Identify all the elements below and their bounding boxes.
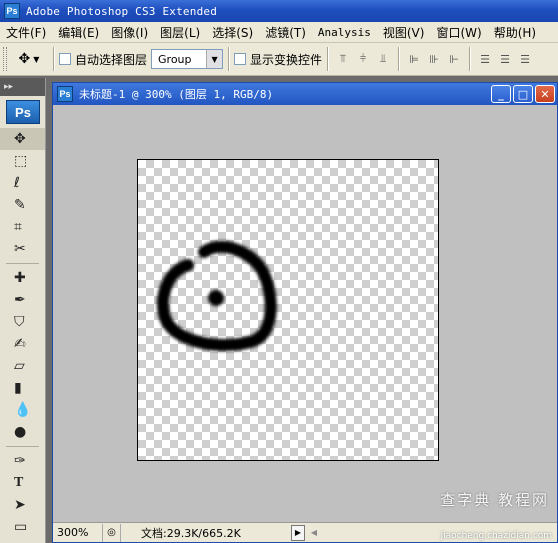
move-tool-icon: ✥ bbox=[18, 51, 31, 67]
auto-select-value: Group bbox=[158, 52, 192, 66]
align-left-icon[interactable]: ⊫ bbox=[405, 50, 423, 68]
photoshop-logo-icon: Ps bbox=[4, 3, 20, 19]
divider bbox=[228, 47, 230, 71]
document-window: Ps 未标题-1 @ 300% (图层 1, RGB/8) _ □ ✕ 查字典 … bbox=[52, 82, 558, 543]
divider bbox=[398, 47, 400, 71]
auto-select-label: 自动选择图层 bbox=[75, 52, 148, 67]
document-title-bar[interactable]: Ps 未标题-1 @ 300% (图层 1, RGB/8) _ □ ✕ bbox=[53, 83, 557, 105]
menu-window[interactable]: 窗口(W) bbox=[430, 24, 487, 41]
dodge-tool-icon[interactable]: ● bbox=[0, 421, 45, 443]
tool-preset-picker[interactable]: ✥ ▼ bbox=[10, 47, 48, 71]
magic-wand-tool-icon[interactable]: ✎ bbox=[0, 194, 45, 216]
align-bottom-icon[interactable]: ⫫ bbox=[374, 50, 392, 68]
chevron-down-icon: ▼ bbox=[206, 50, 223, 68]
toolbox-grip[interactable]: ▸▸ bbox=[0, 78, 45, 96]
menu-layer[interactable]: 图层(L) bbox=[154, 24, 206, 41]
show-transform-label: 显示变换控件 bbox=[250, 52, 323, 67]
path-selection-tool-icon[interactable]: ➤ bbox=[0, 494, 45, 516]
gradient-tool-icon[interactable]: ▮ bbox=[0, 377, 45, 399]
healing-brush-tool-icon[interactable]: ✚ bbox=[0, 267, 45, 289]
show-transform-checkbox[interactable] bbox=[234, 53, 247, 65]
auto-select-checkbox[interactable] bbox=[59, 53, 71, 65]
distribute-top-icon[interactable]: ☰ bbox=[476, 50, 494, 68]
photoshop-logo-icon: Ps bbox=[57, 86, 73, 102]
divider bbox=[469, 47, 471, 71]
document-info: 文档:29.3K/665.2K bbox=[141, 526, 241, 540]
divider bbox=[327, 47, 329, 71]
pen-tool-icon[interactable]: ✑ bbox=[0, 450, 45, 472]
menu-image[interactable]: 图像(I) bbox=[105, 24, 154, 41]
blur-tool-icon[interactable]: 💧 bbox=[0, 399, 45, 421]
align-right-icon[interactable]: ⊩ bbox=[445, 50, 463, 68]
photoshop-logo-icon[interactable]: Ps bbox=[6, 100, 40, 124]
chevron-down-icon: ▼ bbox=[33, 54, 40, 64]
shape-tool-icon[interactable]: ▭ bbox=[0, 516, 45, 538]
menu-select[interactable]: 选择(S) bbox=[206, 24, 259, 41]
menu-edit[interactable]: 编辑(E) bbox=[52, 24, 105, 41]
brush-tool-icon[interactable]: ✒ bbox=[0, 289, 45, 311]
menu-help[interactable]: 帮助(H) bbox=[488, 24, 542, 41]
distribute-bottom-icon[interactable]: ☰ bbox=[516, 50, 534, 68]
brush-stroke-drawing bbox=[157, 240, 277, 351]
divider bbox=[6, 446, 39, 447]
menu-analysis[interactable]: Analysis bbox=[312, 26, 377, 39]
close-icon[interactable]: ✕ bbox=[535, 85, 555, 103]
toolbox: ▸▸ Ps ✥ ⬚ ℓ ✎ ⌗ ✂ ✚ ✒ ⛉ ✍ ▱ ▮ 💧 ● ✑ T ➤ … bbox=[0, 78, 46, 543]
align-top-icon[interactable]: ⫪ bbox=[334, 50, 352, 68]
app-title-bar: Ps Adobe Photoshop CS3 Extended bbox=[0, 0, 558, 22]
document-title: 未标题-1 @ 300% (图层 1, RGB/8) bbox=[79, 88, 274, 101]
eraser-tool-icon[interactable]: ▱ bbox=[0, 355, 45, 377]
menu-view[interactable]: 视图(V) bbox=[377, 24, 431, 41]
clone-stamp-tool-icon[interactable]: ⛉ bbox=[0, 311, 45, 333]
canvas[interactable] bbox=[137, 159, 439, 461]
status-options-icon[interactable]: ◎ bbox=[103, 523, 121, 542]
menu-bar: 文件(F) 编辑(E) 图像(I) 图层(L) 选择(S) 滤镜(T) Anal… bbox=[0, 22, 558, 43]
brush-dot bbox=[208, 290, 224, 306]
menu-filter[interactable]: 滤镜(T) bbox=[259, 24, 312, 41]
document-workspace: 查字典 教程网 bbox=[53, 105, 557, 522]
history-brush-tool-icon[interactable]: ✍ bbox=[0, 333, 45, 355]
auto-select-dropdown[interactable]: Group ▼ bbox=[151, 49, 224, 69]
marquee-tool-icon[interactable]: ⬚ bbox=[0, 150, 45, 172]
divider bbox=[6, 263, 39, 264]
zoom-level[interactable]: 300% bbox=[53, 523, 103, 542]
options-bar: ✥ ▼ 自动选择图层 Group ▼ 显示变换控件 ⫪ ⫩ ⫫ ⊫ ⊪ ⊩ ☰ … bbox=[0, 43, 558, 76]
slice-tool-icon[interactable]: ✂ bbox=[0, 238, 45, 260]
minimize-icon[interactable]: _ bbox=[491, 85, 511, 103]
distribute-vcenter-icon[interactable]: ☰ bbox=[496, 50, 514, 68]
watermark-cn: 查字典 教程网 bbox=[440, 491, 549, 509]
crop-tool-icon[interactable]: ⌗ bbox=[0, 216, 45, 238]
app-title: Adobe Photoshop CS3 Extended bbox=[26, 4, 218, 18]
menu-file[interactable]: 文件(F) bbox=[0, 24, 52, 41]
type-tool-icon[interactable]: T bbox=[0, 472, 45, 494]
maximize-icon[interactable]: □ bbox=[513, 85, 533, 103]
scroll-left-icon[interactable]: ◀ bbox=[307, 525, 321, 541]
align-vcenter-icon[interactable]: ⫩ bbox=[354, 50, 372, 68]
divider bbox=[53, 47, 54, 71]
options-grip[interactable] bbox=[3, 47, 7, 71]
move-tool-icon[interactable]: ✥ bbox=[0, 128, 45, 150]
watermark-url: jiaocheng.chazidian.com bbox=[440, 531, 552, 541]
status-menu-play-icon[interactable]: ▶ bbox=[291, 524, 305, 541]
lasso-tool-icon[interactable]: ℓ bbox=[0, 172, 45, 194]
align-hcenter-icon[interactable]: ⊪ bbox=[425, 50, 443, 68]
